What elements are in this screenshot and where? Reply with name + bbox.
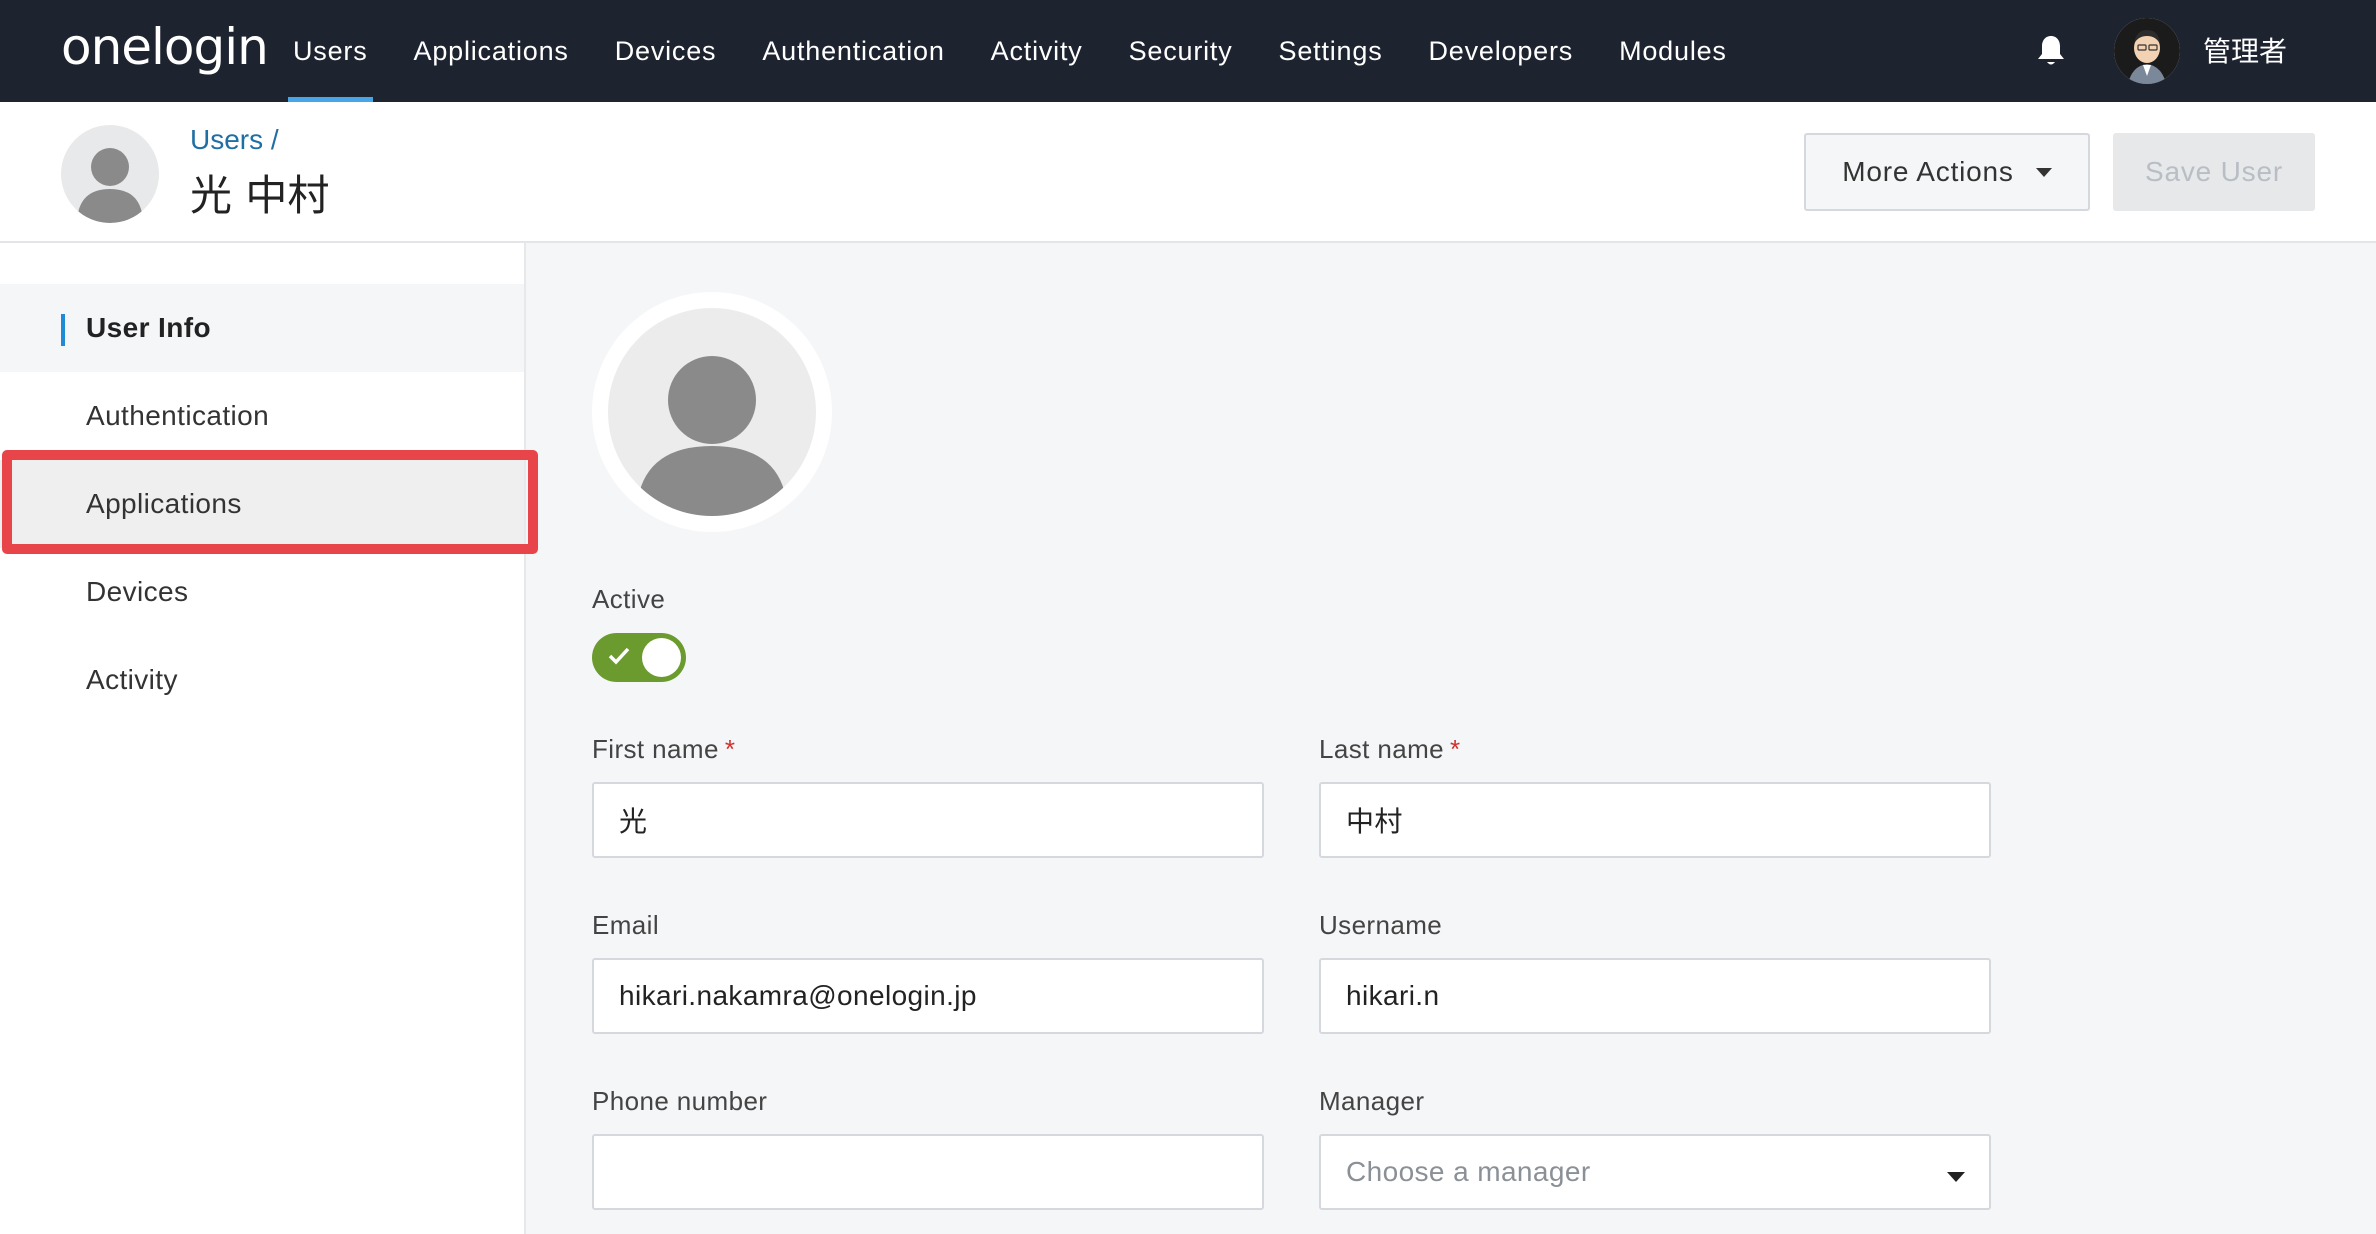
nav-item-developers[interactable]: Developers: [1406, 0, 1597, 102]
bell-icon[interactable]: [2035, 34, 2067, 68]
save-user-button[interactable]: Save User: [2113, 133, 2315, 211]
more-actions-label: More Actions: [1842, 156, 2014, 187]
last-name-label: Last name *: [1319, 734, 1461, 765]
manager-select[interactable]: Choose a manager: [1319, 1134, 1991, 1210]
user-avatar[interactable]: [2114, 18, 2180, 84]
username-label: Username: [1319, 910, 1443, 940]
active-toggle[interactable]: [592, 633, 686, 682]
active-label: Active: [592, 584, 666, 614]
manager-placeholder: Choose a manager: [1346, 1156, 1591, 1187]
first-name-label: First name *: [592, 734, 735, 765]
username-input[interactable]: hikari.n: [1319, 958, 1991, 1034]
chevron-down-icon: [1947, 1172, 1965, 1182]
sidebar-item-devices[interactable]: Devices: [0, 548, 524, 636]
check-icon: [608, 647, 630, 665]
page-title: 光 中村: [190, 171, 330, 220]
first-name-input[interactable]: 光: [592, 782, 1264, 858]
nav-item-settings[interactable]: Settings: [1256, 0, 1406, 102]
nav-item-applications[interactable]: Applications: [391, 0, 592, 102]
profile-photo[interactable]: [592, 292, 832, 532]
nav-item-authentication[interactable]: Authentication: [739, 0, 967, 102]
nav-item-devices[interactable]: Devices: [592, 0, 740, 102]
caret-down-icon: [2035, 167, 2052, 177]
breadcrumb[interactable]: Users /: [190, 124, 279, 156]
sidebar-item-authentication[interactable]: Authentication: [0, 372, 524, 460]
nav-menu: Users Applications Devices Authenticatio…: [270, 0, 1750, 102]
user-name[interactable]: 管理者: [2203, 30, 2287, 70]
more-actions-button[interactable]: More Actions: [1804, 133, 2090, 211]
email-input[interactable]: hikari.nakamra@onelogin.jp: [592, 958, 1264, 1034]
page-header: Users / 光 中村 More Actions Save User: [0, 102, 2376, 243]
nav-item-security[interactable]: Security: [1106, 0, 1256, 102]
top-nav: onelogin Users Applications Devices Auth…: [0, 0, 2376, 102]
nav-item-users[interactable]: Users: [270, 0, 391, 102]
phone-input[interactable]: [592, 1134, 1264, 1210]
toggle-knob: [642, 638, 681, 677]
phone-label: Phone number: [592, 1086, 768, 1116]
user-avatar-small: [61, 125, 159, 223]
sidebar: User Info Authentication Applications De…: [0, 243, 526, 1234]
sidebar-item-activity[interactable]: Activity: [0, 636, 524, 724]
last-name-label-text: Last name: [1319, 734, 1445, 764]
onelogin-logo[interactable]: onelogin: [61, 18, 269, 76]
first-name-label-text: First name: [592, 734, 719, 764]
nav-item-modules[interactable]: Modules: [1596, 0, 1750, 102]
nav-item-activity[interactable]: Activity: [968, 0, 1106, 102]
manager-label: Manager: [1319, 1086, 1425, 1116]
required-mark: *: [1450, 734, 1461, 764]
sidebar-item-applications[interactable]: Applications: [0, 460, 524, 548]
email-label: Email: [592, 910, 660, 940]
last-name-input[interactable]: 中村: [1319, 782, 1991, 858]
sidebar-item-user-info[interactable]: User Info: [0, 284, 524, 372]
required-mark: *: [724, 734, 736, 764]
default-user-icon: [608, 308, 816, 516]
